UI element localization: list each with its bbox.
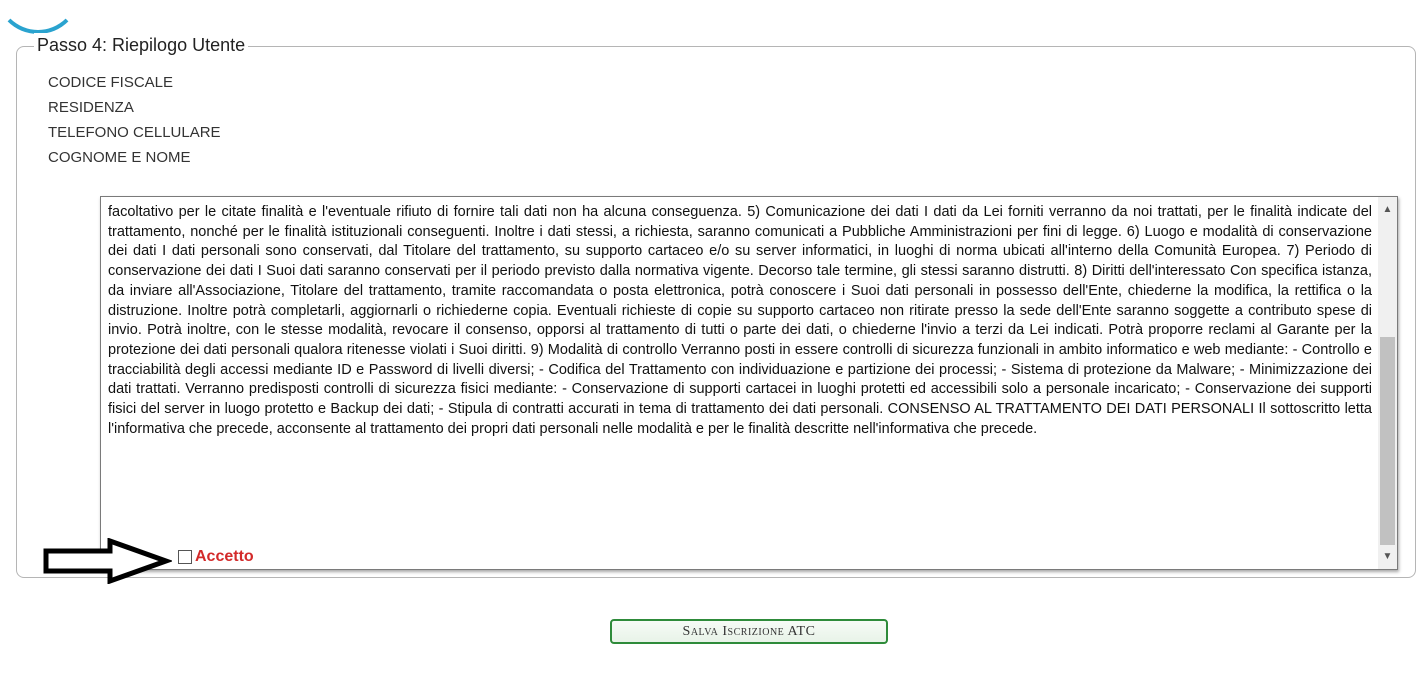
accept-checkbox[interactable] [178,550,192,564]
scroll-down-icon[interactable]: ▼ [1378,548,1397,565]
step-legend: Passo 4: Riepilogo Utente [34,33,249,57]
accept-consent-row[interactable]: Accetto [178,548,254,566]
scroll-thumb[interactable] [1380,337,1395,545]
scroll-up-icon[interactable]: ▲ [1378,201,1397,218]
privacy-text: facoltativo per le citate finalità e l'e… [108,204,1372,437]
field-label-codice-fiscale: CODICE FISCALE [48,74,174,91]
accept-label[interactable]: Accetto [195,548,254,566]
field-label-telefono: TELEFONO CELLULARE [48,124,221,141]
privacy-info-scrollbox[interactable]: facoltativo per le citate finalità e l'e… [100,196,1398,570]
summary-values-redacted [255,70,552,178]
field-label-residenza: RESIDENZA [48,99,134,116]
summary-labels: CODICE FISCALE RESIDENZA TELEFONO CELLUL… [48,70,221,170]
field-label-cognome-nome: COGNOME E NOME [48,149,191,166]
logo-arc [0,0,81,34]
arrow-right-icon [43,538,172,584]
vertical-scrollbar[interactable]: ▲ ▼ [1378,197,1397,569]
save-registration-button[interactable]: Salva Iscrizione ATC [610,619,888,644]
